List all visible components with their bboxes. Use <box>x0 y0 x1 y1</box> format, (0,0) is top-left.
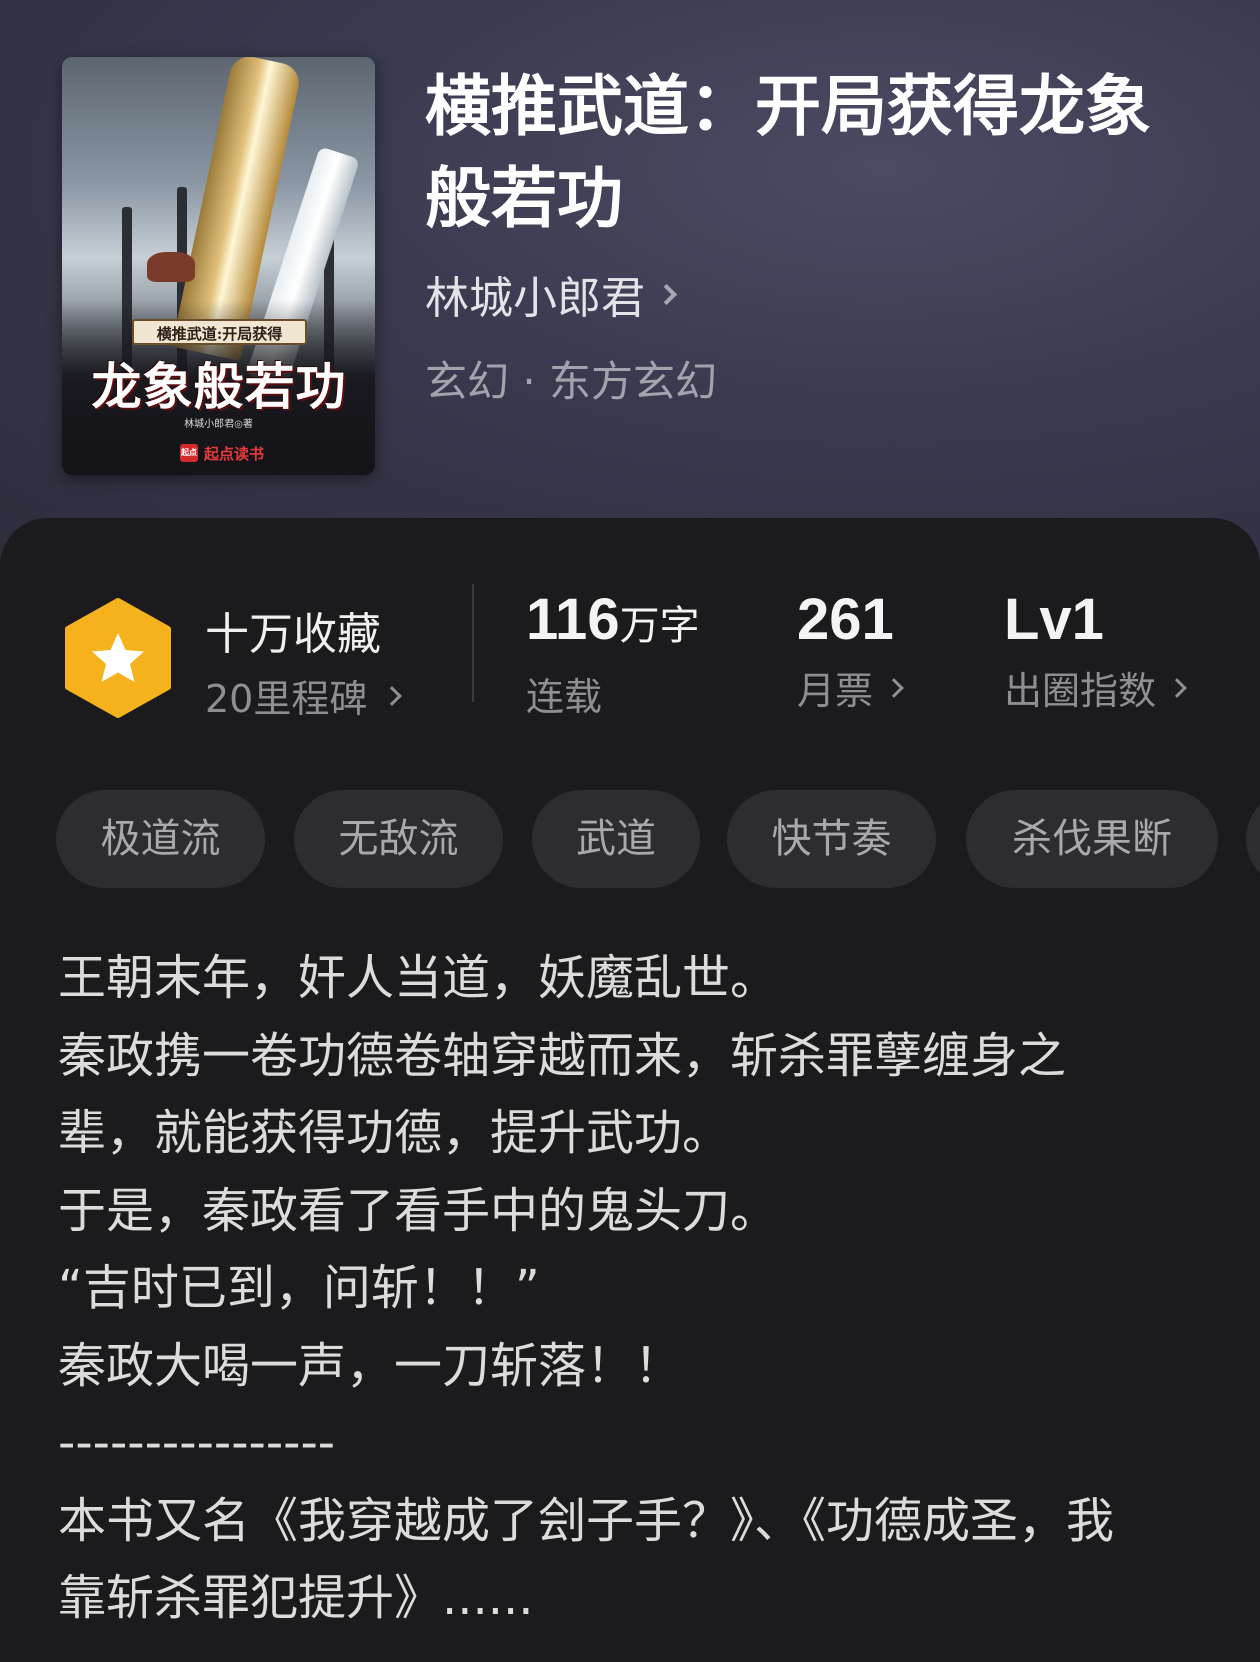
popularity-stat[interactable]: Lv1 出圈指数 <box>1004 587 1187 715</box>
tag-item-partial[interactable] <box>1246 790 1260 888</box>
publisher-logo-icon: 起点 <box>180 444 198 462</box>
stats-divider <box>472 584 474 702</box>
book-title: 横推武道：开局获得龙象般若功 <box>425 67 1151 237</box>
description-line: 王朝末年，奸人当道，妖魔乱世。 <box>58 950 779 1006</box>
star-hexagon-icon[interactable] <box>62 597 174 719</box>
author-link[interactable]: 林城小郎君 <box>425 262 678 326</box>
monthly-votes-stat[interactable]: 261 月票 <box>797 587 904 715</box>
tag-item[interactable]: 极道流 <box>56 790 265 888</box>
book-genre: 玄幻 · 东方玄幻 <box>425 357 718 406</box>
tag-item[interactable]: 武道 <box>532 790 700 888</box>
tag-item[interactable]: 快节奏 <box>727 790 936 888</box>
popularity-value: Lv1 <box>1004 587 1104 652</box>
book-cover[interactable]: 横推武道:开局获得 龙象般若功 林城小郎君◎著 起点 起点读书 <box>62 57 375 475</box>
description-line: 辈，就能获得功德，提升武功。 <box>58 1105 731 1161</box>
cover-rider <box>147 252 195 282</box>
chevron-right-icon <box>655 283 678 305</box>
chevron-right-icon <box>382 685 403 706</box>
chevron-right-icon <box>884 677 904 698</box>
author-name: 林城小郎君 <box>425 273 645 324</box>
description-line: 于是，秦政看了看手中的鬼头刀。 <box>58 1182 779 1239</box>
tag-item[interactable]: 杀伐果断 <box>966 790 1218 888</box>
description-line: “吉时已到，问斩！！” <box>58 1260 540 1316</box>
cover-title: 龙象般若功 <box>91 357 347 416</box>
serial-status: 连载 <box>526 675 603 719</box>
tag-item[interactable]: 无敌流 <box>294 790 503 888</box>
word-count-value: 116 <box>526 587 620 652</box>
milestone-label: 20里程碑 <box>205 677 368 721</box>
description-line: 本书又名《我穿越成了刽子手？》、《功德成圣，我 <box>58 1492 1115 1549</box>
chevron-right-icon <box>1167 677 1187 698</box>
cover-author: 林城小郎君◎著 <box>184 419 253 430</box>
monthly-votes-label: 月票 <box>797 669 874 713</box>
popularity-label: 出圈指数 <box>1004 669 1157 713</box>
description-line: 秦政携一卷功德卷轴穿越而来，斩杀罪孽缠身之 <box>58 1027 1067 1084</box>
milestone-link[interactable]: 20里程碑 <box>205 668 403 723</box>
description-line: 靠斩杀罪犯提升》...... <box>58 1570 534 1626</box>
collect-title: 十万收藏 <box>205 609 381 660</box>
description-line: 秦政大喝一声，一刀斩落！！ <box>58 1337 683 1394</box>
book-description: 王朝末年，奸人当道，妖魔乱世。 秦政携一卷功德卷轴穿越而来，斩杀罪孽缠身之 辈，… <box>58 940 1208 1638</box>
word-count-stat: 116万字 连载 <box>526 588 700 721</box>
monthly-votes-value: 261 <box>797 587 894 652</box>
cover-publisher: 起点 起点读书 <box>180 443 264 463</box>
tag-list: 极道流 无敌流 武道 快节奏 杀伐果断 <box>56 790 1260 888</box>
publisher-name: 起点读书 <box>204 444 265 463</box>
description-line: ---------------- <box>58 1415 336 1471</box>
word-count-unit: 万字 <box>619 603 700 649</box>
cover-subtitle: 横推武道:开局获得 <box>132 319 307 345</box>
